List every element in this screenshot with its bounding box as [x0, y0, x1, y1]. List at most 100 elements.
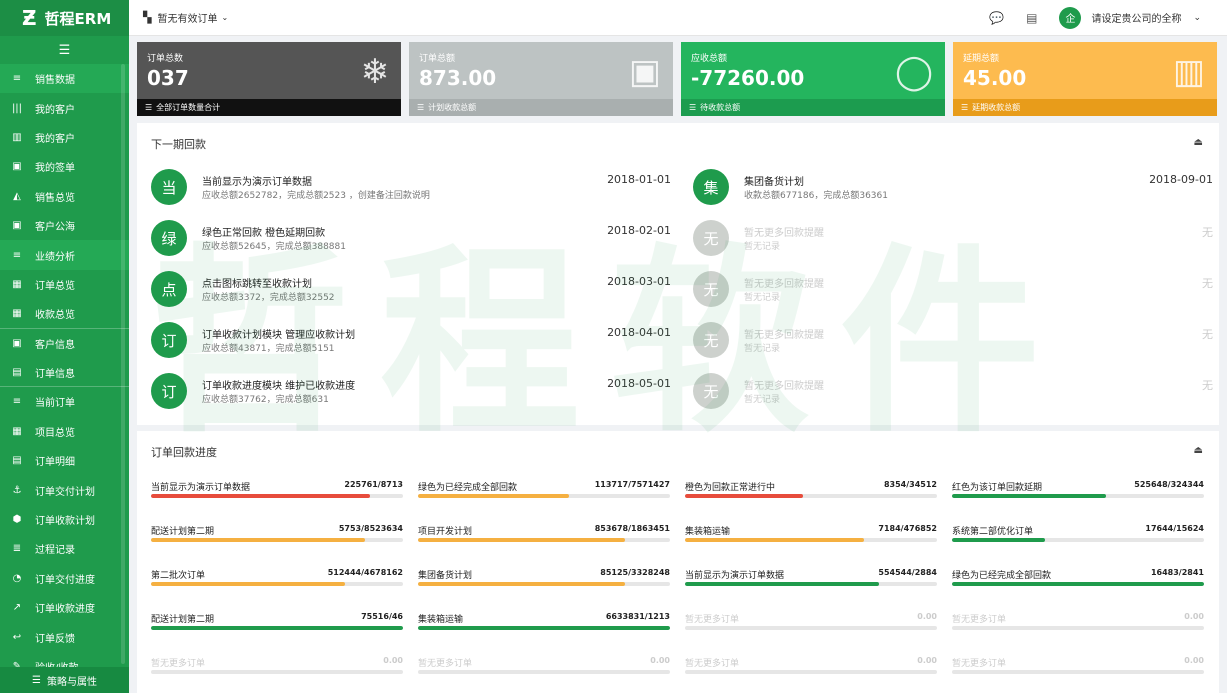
sidebar-item[interactable]: ||| 我的客户: [0, 93, 129, 122]
plan-date: 2018-04-01: [607, 326, 671, 339]
collapse-icon[interactable]: ⏏: [1194, 137, 1203, 148]
chevron-down-icon[interactable]: ⌄: [1193, 13, 1201, 23]
plan-item[interactable]: 点 点击图标跳转至收款计划 应收总额3372，完成总额32552 2018-03-01: [151, 271, 671, 313]
progress-fill: [418, 538, 625, 542]
stat-icon: ▥: [1172, 52, 1205, 92]
progress-name: 暂无更多订单: [151, 659, 206, 669]
sidebar-item-label: 过程记录: [35, 545, 75, 557]
progress-item[interactable]: 暂无更多订单 0.00: [418, 656, 670, 686]
plan-panel: 下一期回款 ⏏ 当 当前显示为演示订单数据 应收总额2652782，完成总额2523…: [137, 123, 1219, 425]
plan-subtitle: 暂无记录: [744, 344, 781, 354]
progress-fill: [952, 538, 1046, 542]
progress-item[interactable]: 暂无更多订单 0.00: [952, 612, 1204, 642]
sidebar-item[interactable]: ▣ 我的签单: [0, 152, 129, 181]
plan-badge[interactable]: 当: [151, 169, 187, 205]
progress-track: [151, 538, 403, 542]
plan-item[interactable]: 绿 绿色正常回款 橙色延期回款 应收总额52645，完成总额388881 2018-0…: [151, 220, 671, 262]
sidebar-item[interactable]: ≡ 业绩分析: [0, 240, 129, 270]
plan-subtitle: 暂无记录: [744, 395, 781, 405]
plan-item[interactable]: 订 订单收款计划模块 管理应收款计划 应收总额43871，完成总额5151 2018-…: [151, 322, 671, 364]
progress-item[interactable]: 橙色为回款正常进行中 8354/34512: [685, 480, 937, 510]
sidebar-item[interactable]: ◔ 订单交付进度: [0, 564, 129, 593]
progress-value: 0.00: [917, 656, 937, 665]
plan-item[interactable]: 无 暂无更多回款提醒 暂无记录 无: [693, 220, 1213, 262]
sidebar-item-icon: ≡: [12, 249, 22, 261]
plan-badge[interactable]: 订: [151, 373, 187, 409]
progress-value: 0.00: [1184, 656, 1204, 665]
sidebar-item[interactable]: ▥ 我的客户: [0, 123, 129, 152]
stat-card[interactable]: 订单总额 873.00 ▣ ☰ 计划收款总额: [409, 42, 673, 116]
collapse-icon[interactable]: ⏏: [1194, 445, 1203, 456]
plan-badge[interactable]: 点: [151, 271, 187, 307]
sidebar-item[interactable]: ⬢ 订单收款计划: [0, 505, 129, 534]
sidebar-footer[interactable]: ☰ 策略与属性: [0, 667, 129, 693]
stat-card[interactable]: 延期总额 45.00 ▥ ☰ 延期收款总额: [953, 42, 1217, 116]
plan-item[interactable]: 订 订单收款进度模块 维护已收款进度 应收总额37762，完成总额631 2018-0…: [151, 373, 671, 415]
order-status-dropdown[interactable]: ▚ 暂无有效订单 ⌄: [129, 10, 228, 25]
progress-item[interactable]: 绿色为已经完成全部回款 16483/2841: [952, 568, 1204, 598]
plan-item[interactable]: 当 当前显示为演示订单数据 应收总额2652782，完成总额2523 ，创建备注回款…: [151, 169, 671, 211]
progress-name: 集装箱运输: [418, 615, 464, 625]
document-icon[interactable]: ▤: [1026, 11, 1037, 25]
progress-item[interactable]: 项目开发计划 853678/1863451: [418, 524, 670, 554]
plan-badge[interactable]: 无: [693, 373, 729, 409]
chat-icon[interactable]: 💬: [989, 11, 1004, 25]
company-name[interactable]: 请设定贵公司的全称: [1091, 10, 1181, 25]
sidebar-item[interactable]: ▦ 项目总览: [0, 417, 129, 446]
progress-item[interactable]: 第二批次订单 512444/4678162: [151, 568, 403, 598]
sidebar-item[interactable]: ▣ 客户信息: [0, 329, 129, 358]
progress-item[interactable]: 集装箱运输 7184/476852: [685, 524, 937, 554]
sidebar-item[interactable]: ↗ 订单收款进度: [0, 593, 129, 622]
sidebar-item[interactable]: ▤ 订单明细: [0, 446, 129, 475]
map-icon: ▚: [143, 11, 152, 24]
plan-badge[interactable]: 绿: [151, 220, 187, 256]
plan-badge[interactable]: 集: [693, 169, 729, 205]
progress-item[interactable]: 系统第二部优化订单 17644/15624: [952, 524, 1204, 554]
plan-badge[interactable]: 无: [693, 271, 729, 307]
sidebar-item[interactable]: ◭ 销售总览: [0, 182, 129, 211]
progress-item[interactable]: 当前显示为演示订单数据 554544/2884: [685, 568, 937, 598]
plan-item[interactable]: 无 暂无更多回款提醒 暂无记录 无: [693, 322, 1213, 364]
progress-item[interactable]: 集团备货计划 85125/3328248: [418, 568, 670, 598]
sidebar-item[interactable]: ≣ 过程记录: [0, 534, 129, 563]
stat-card[interactable]: 订单总数 037 ❄ ☰ 全部订单数量合计: [137, 42, 401, 116]
plan-item[interactable]: 无 暂无更多回款提醒 暂无记录 无: [693, 271, 1213, 313]
plan-badge[interactable]: 无: [693, 322, 729, 358]
progress-value: 225761/8713: [344, 480, 403, 489]
progress-item[interactable]: 绿色为已经完成全部回款 113717/7571427: [418, 480, 670, 510]
sidebar-item[interactable]: ▣ 客户公海: [0, 211, 129, 240]
sidebar-item[interactable]: ≡ 销售数据: [0, 64, 129, 94]
progress-item[interactable]: 暂无更多订单 0.00: [685, 656, 937, 686]
progress-item[interactable]: 暂无更多订单 0.00: [685, 612, 937, 642]
progress-name: 暂无更多订单: [952, 615, 1007, 625]
progress-item[interactable]: 当前显示为演示订单数据 225761/8713: [151, 480, 403, 510]
sidebar-item[interactable]: ▦ 订单总览: [0, 270, 129, 299]
stat-card[interactable]: 应收总额 -77260.00 ◯ ☰ 待收款总额: [681, 42, 945, 116]
sidebar-item-label: 收款总览: [35, 309, 75, 321]
sidebar-item[interactable]: ▤ 订单信息: [0, 358, 129, 388]
sidebar-item[interactable]: ↩ 订单反馈: [0, 622, 129, 651]
progress-item[interactable]: 暂无更多订单 0.00: [151, 656, 403, 686]
progress-item[interactable]: 集装箱运输 6633831/1213: [418, 612, 670, 642]
plan-item[interactable]: 无 暂无更多回款提醒 暂无记录 无: [693, 373, 1213, 415]
menu-toggle-icon[interactable]: ☰: [0, 36, 129, 64]
list-icon: ☰: [145, 103, 153, 112]
sidebar-item-icon: ▣: [12, 161, 22, 173]
sidebar-scrollbar[interactable]: [121, 64, 125, 664]
plan-item[interactable]: 集 集团备货计划 收款总额677186，完成总额36361 2018-09-01: [693, 169, 1213, 211]
sidebar-item[interactable]: ⚓ 订单交付计划: [0, 475, 129, 504]
progress-item[interactable]: 配送计划第二期 5753/8523634: [151, 524, 403, 554]
plan-badge[interactable]: 订: [151, 322, 187, 358]
stat-label: 订单总额: [419, 54, 456, 64]
progress-item[interactable]: 红色为该订单回款延期 525648/324344: [952, 480, 1204, 510]
sidebar-item[interactable]: ▦ 收款总览: [0, 299, 129, 329]
avatar[interactable]: 企: [1059, 6, 1082, 29]
plan-date: 2018-01-01: [607, 173, 671, 186]
progress-item[interactable]: 暂无更多订单 0.00: [952, 656, 1204, 686]
progress-item[interactable]: 配送计划第二期 75516/46: [151, 612, 403, 642]
plan-badge[interactable]: 无: [693, 220, 729, 256]
progress-value: 0.00: [917, 612, 937, 621]
brand[interactable]: Ƶ 哲程ERM: [0, 0, 129, 36]
sidebar-item[interactable]: ≡ 当前订单: [0, 387, 129, 416]
sidebar-item-label: 我的客户: [35, 133, 75, 145]
